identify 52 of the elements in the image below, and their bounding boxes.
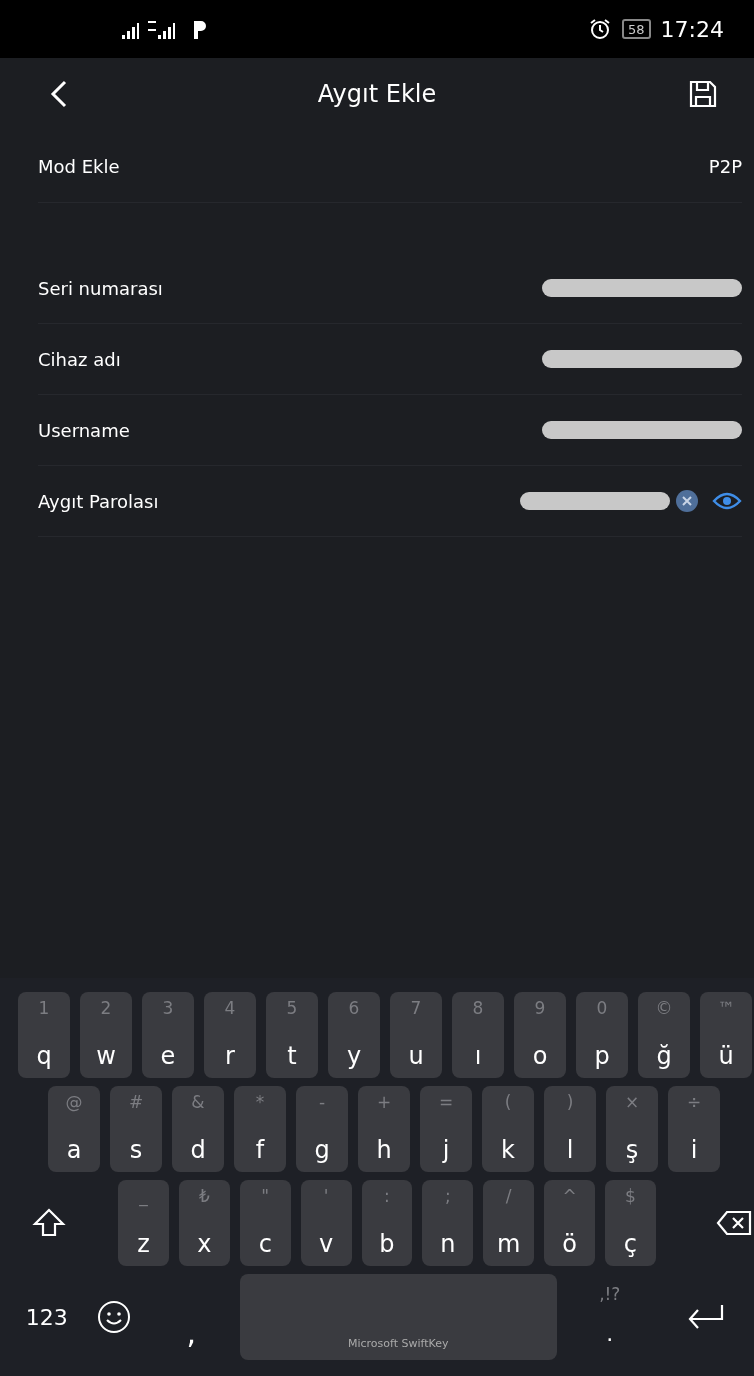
keyboard-key[interactable]: 0 p — [576, 992, 628, 1078]
keyboard-key[interactable]: _ z — [118, 1180, 169, 1266]
keyboard-key[interactable]: 1 q — [18, 992, 70, 1078]
clear-icon[interactable] — [676, 490, 698, 512]
keyboard-key[interactable]: # s — [110, 1086, 162, 1172]
keyboard-key[interactable]: ' v — [300, 1180, 352, 1266]
keyboard-key[interactable]: 3 e — [142, 992, 194, 1078]
numbers-key[interactable]: 123 — [18, 1274, 76, 1360]
keyboard-key[interactable]: / m — [483, 1180, 535, 1266]
keyboard-key[interactable]: × ş — [606, 1086, 658, 1172]
keyboard-key[interactable]: ( k — [482, 1086, 534, 1172]
keyboard-key[interactable]: : b — [361, 1180, 413, 1266]
field-label: Cihaz adı — [38, 348, 122, 370]
keyboard-key[interactable]: " c — [239, 1180, 291, 1266]
keyboard-key[interactable]: = j — [420, 1086, 472, 1172]
keyboard-key[interactable]: ™ ü — [700, 992, 752, 1078]
field-label: Mod Ekle — [38, 155, 121, 177]
keyboard-key[interactable]: 7 u — [390, 992, 442, 1078]
emoji-icon[interactable] — [97, 1300, 132, 1334]
keyboard-key[interactable]: ) l — [544, 1086, 596, 1172]
field-label: Username — [38, 419, 131, 441]
keyboard-key[interactable]: 5 t — [266, 992, 318, 1078]
screen-title: Aygıt Ekle — [317, 80, 437, 108]
comma-key[interactable]: , — [153, 1274, 230, 1360]
field-label: Aygıt Parolası — [38, 490, 160, 512]
battery-level: 58 — [622, 19, 651, 39]
keyboard-key[interactable]: ÷ i — [668, 1086, 720, 1172]
space-key[interactable]: Microsoft SwiftKey — [239, 1274, 557, 1360]
keyboard-key[interactable]: - g — [296, 1086, 348, 1172]
keyboard-key[interactable]: + h — [358, 1086, 410, 1172]
period-key[interactable]: ,!? . — [566, 1274, 653, 1360]
back-icon[interactable] — [50, 79, 68, 109]
keyboard-key[interactable]: 9 o — [514, 992, 566, 1078]
keyboard-key[interactable]: * f — [234, 1086, 286, 1172]
keyboard-key[interactable]: 4 r — [204, 992, 256, 1078]
keyboard-key[interactable]: ₺ x — [179, 1180, 230, 1266]
field-label: Seri numarası — [38, 277, 164, 299]
keyboard-key[interactable]: & d — [172, 1086, 224, 1172]
keyboard-key[interactable]: 2 w — [80, 992, 132, 1078]
keyboard-key[interactable]: 6 y — [328, 992, 380, 1078]
keyboard-key[interactable]: ^ ö — [544, 1180, 595, 1266]
shift-icon[interactable] — [32, 1207, 67, 1239]
keyboard-key[interactable]: 8 ı — [452, 992, 504, 1078]
keyboard-key[interactable]: ; n — [422, 1180, 474, 1266]
keyboard-key[interactable]: © ğ — [638, 992, 690, 1078]
mode-value[interactable]: P2P — [708, 155, 742, 177]
eye-icon[interactable] — [712, 491, 742, 511]
keyboard-key[interactable]: @ a — [48, 1086, 100, 1172]
keyboard-key[interactable]: $ ç — [604, 1180, 656, 1266]
clock: 17:24 — [660, 16, 724, 42]
backspace-icon[interactable] — [716, 1210, 753, 1236]
save-icon[interactable] — [688, 79, 718, 109]
